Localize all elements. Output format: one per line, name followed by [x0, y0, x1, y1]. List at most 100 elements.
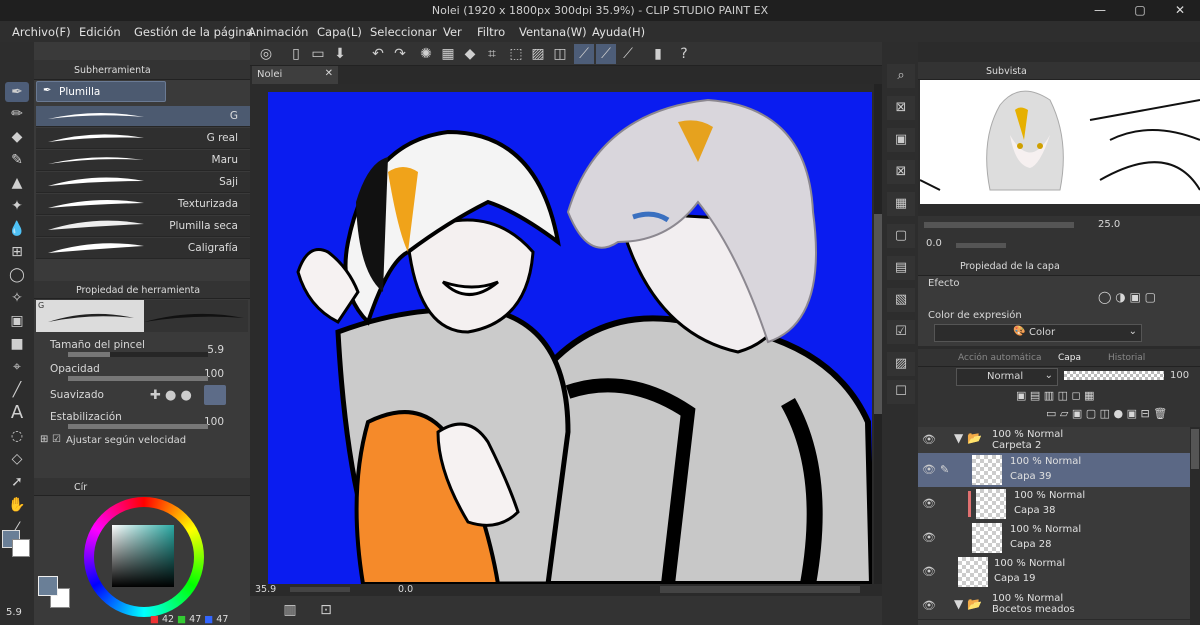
zoom-slider[interactable]	[290, 587, 350, 592]
canvas-horizontal-scrollbar[interactable]	[660, 586, 860, 593]
sub-color-swatch[interactable]	[12, 539, 30, 557]
eyedropper-icon[interactable]: ⌖	[5, 357, 29, 377]
blend-tool-icon[interactable]: 💧	[5, 219, 29, 239]
balloon-tool-icon[interactable]: ◌	[5, 426, 29, 446]
menu-file[interactable]: Archivo(F)	[12, 25, 71, 39]
smoothing-option-icon[interactable]: ✚ ● ●	[150, 388, 192, 403]
effect-icons[interactable]: ◯ ◑ ▣ ▢	[1098, 290, 1156, 304]
speed-adjust-property[interactable]: ⊞ ☑ Ajustar según velocidad	[36, 432, 250, 456]
layer-row-capa-39[interactable]: 👁 ✎ 100 % Normal Capa 39	[918, 453, 1200, 488]
checkbox-checked-icon[interactable]: ☑	[52, 434, 61, 445]
new-file-icon[interactable]: ▯	[286, 44, 306, 64]
pen-tool-icon[interactable]: ✒	[5, 82, 29, 102]
fill-tool-icon[interactable]: ▣	[5, 311, 29, 331]
material-pattern-icon[interactable]: ⊠	[887, 160, 915, 184]
subtool-item-g-real[interactable]: G real	[36, 128, 250, 149]
main-color-chip[interactable]	[38, 576, 58, 596]
minimize-button[interactable]: —	[1080, 0, 1120, 21]
opacity-slider[interactable]	[68, 376, 208, 381]
brush-tool-icon[interactable]: ✎	[5, 150, 29, 170]
expand-icon[interactable]: ⊞	[40, 434, 48, 445]
tab-auto-action[interactable]: Acción automática	[958, 353, 1042, 363]
navigator-rotation-slider[interactable]	[956, 243, 1006, 248]
color-saturation-square[interactable]	[112, 525, 174, 587]
tab-layer[interactable]: Capa	[1058, 353, 1081, 363]
layer-row-capa-28[interactable]: 👁 100 % Normal Capa 28	[918, 521, 1200, 556]
canvas-vertical-scrollbar[interactable]	[874, 84, 882, 584]
layer-row-capa-19[interactable]: 👁 100 % Normal Capa 19	[918, 555, 1200, 590]
lasso-tool-icon[interactable]: ◯	[5, 265, 29, 285]
subview-image[interactable]	[920, 80, 1200, 204]
brush-size-property[interactable]: Tamaño del pincel 5.9	[36, 337, 250, 361]
material-3d-icon[interactable]: ▢	[887, 224, 915, 248]
layer-opacity-slider[interactable]	[1064, 371, 1164, 380]
undo-icon[interactable]: ↶	[368, 44, 388, 64]
subtool-item-plumilla-seca[interactable]: Plumilla seca	[36, 216, 250, 237]
menu-select[interactable]: Seleccionar	[370, 25, 437, 39]
menu-filter[interactable]: Filtro	[477, 25, 505, 39]
menu-edit[interactable]: Edición	[79, 25, 121, 39]
menu-window[interactable]: Ventana(W)	[519, 25, 587, 39]
subtool-item-texturizada[interactable]: Texturizada	[36, 194, 250, 215]
menu-view[interactable]: Ver	[443, 25, 462, 39]
maximize-button[interactable]: ▢	[1120, 0, 1160, 21]
subtool-group-plumilla[interactable]: ✒ Plumilla	[36, 81, 166, 102]
device-icon[interactable]: ▮	[648, 44, 668, 64]
transform-icon[interactable]: ⌗	[482, 44, 502, 64]
subtool-item-caligrafia[interactable]: Caligrafía	[36, 238, 250, 259]
text-tool-icon[interactable]: A	[5, 403, 29, 423]
artwork-canvas[interactable]	[268, 92, 872, 584]
subview-tab[interactable]: Subvista	[986, 66, 1027, 77]
redo-icon[interactable]: ↷	[390, 44, 410, 64]
navigator-zoom-slider[interactable]	[924, 222, 1074, 228]
clear-outside-icon[interactable]: ▦	[438, 44, 458, 64]
help-icon[interactable]: ?	[674, 44, 694, 64]
layer-row-capa-38[interactable]: 👁 100 % Normal Capa 38	[918, 487, 1200, 522]
deselect-icon[interactable]: ⬚	[506, 44, 526, 64]
layer-row-folder-carpeta-2[interactable]: 👁 ▼ 📂 100 % Normal Carpeta 2	[918, 427, 1200, 454]
subtool-item-saji[interactable]: Saji	[36, 172, 250, 193]
material-image-icon[interactable]: ▣	[887, 128, 915, 152]
visibility-eye-icon[interactable]: 👁	[922, 463, 936, 476]
material-tone-icon[interactable]: ▨	[887, 352, 915, 376]
timeline-icon[interactable]: ⊡	[316, 600, 336, 620]
material-check-icon[interactable]: ☑	[887, 320, 915, 344]
decoration-tool-icon[interactable]: ✦	[5, 196, 29, 216]
opacity-property[interactable]: Opacidad 100	[36, 361, 250, 385]
stabilization-property[interactable]: Estabilización 100	[36, 409, 250, 433]
layer-action-icons[interactable]: ▭ ▱ ▣ ▢ ◫ ● ▣ ⊟ 🗑	[1046, 407, 1167, 420]
pencil-tool-icon[interactable]: ✏	[5, 104, 29, 124]
brush-size-slider[interactable]	[68, 352, 208, 357]
navigator-rotation-value[interactable]: 0.0	[926, 238, 942, 249]
subtool-item-maru[interactable]: Maru	[36, 150, 250, 171]
snap-grid-icon[interactable]: ⟋	[618, 44, 638, 64]
layer-opacity-value[interactable]: 100	[1170, 370, 1189, 381]
color-wheel-tab[interactable]: Cír	[74, 482, 87, 493]
magic-wand-icon[interactable]: ✧	[5, 288, 29, 308]
rotation-value[interactable]: 0.0	[398, 584, 413, 595]
menu-animation[interactable]: Animación	[248, 25, 308, 39]
save-file-icon[interactable]: ⬇	[330, 44, 350, 64]
canvas-workspace[interactable]	[250, 84, 882, 584]
invert-selection-icon[interactable]: ▨	[528, 44, 548, 64]
airbrush-tool-icon[interactable]: ▲	[5, 173, 29, 193]
menu-help[interactable]: Ayuda(H)	[592, 25, 645, 39]
menu-layer[interactable]: Capa(L)	[317, 25, 362, 39]
layer-lock-icons[interactable]: ▣ ▤ ▥ ◫ ◻ ▦	[1016, 389, 1095, 402]
canvas-tab[interactable]: Nolei ✕	[252, 66, 338, 84]
grid-tool-icon[interactable]: ⊞	[5, 242, 29, 262]
tab-history[interactable]: Historial	[1108, 353, 1145, 363]
clip-studio-icon[interactable]: ◎	[256, 44, 276, 64]
expression-color-select[interactable]: 🎨 Color ⌄	[934, 324, 1142, 342]
eraser-tool-icon[interactable]: ◆	[5, 127, 29, 147]
gradient-tool-icon[interactable]: ■	[5, 334, 29, 354]
visibility-eye-icon[interactable]: 👁	[922, 531, 936, 544]
hand-tool-icon[interactable]: ✋	[5, 495, 29, 515]
close-tab-icon[interactable]: ✕	[325, 68, 333, 79]
material-frame-icon[interactable]: ▧	[887, 288, 915, 312]
search-icon[interactable]: ⌕	[887, 64, 915, 88]
zoom-value[interactable]: 35.9	[255, 584, 276, 595]
snap-ruler-icon[interactable]: ⟋	[574, 44, 594, 64]
snap-special-ruler-icon[interactable]: ⟋	[596, 44, 616, 64]
open-file-icon[interactable]: ▭	[308, 44, 328, 64]
